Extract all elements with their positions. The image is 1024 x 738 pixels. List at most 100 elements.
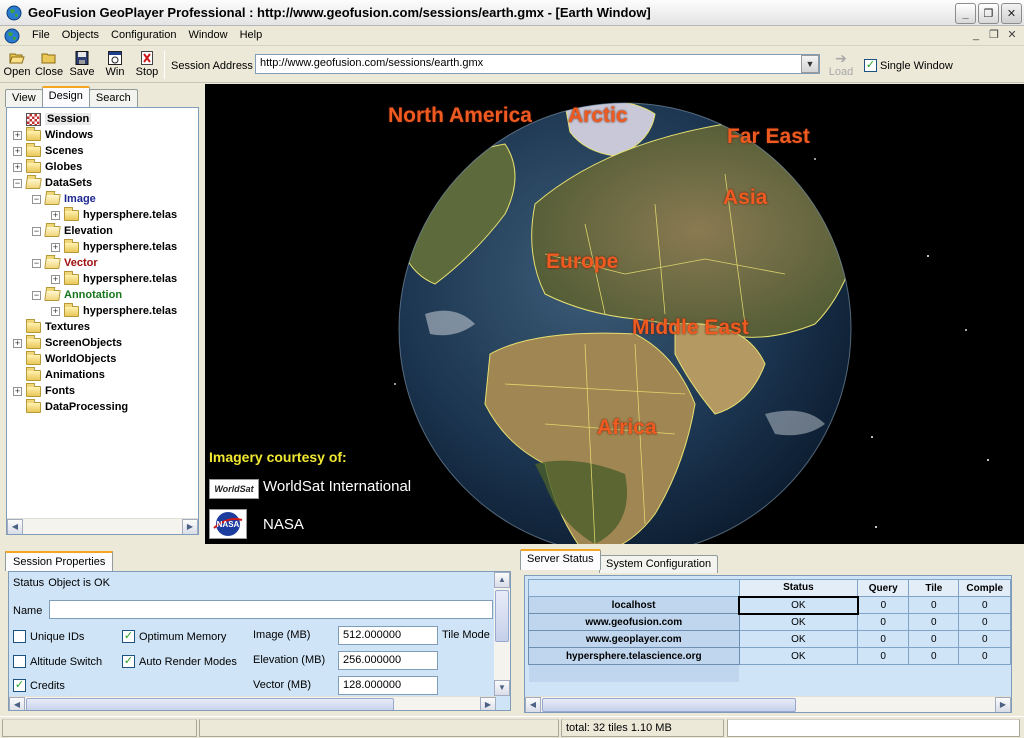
host-cell[interactable]: hypersphere.telascience.org [528, 647, 740, 665]
complete-cell[interactable]: 0 [958, 647, 1011, 665]
credits-checkbox[interactable]: ✓ [13, 679, 26, 692]
tab-design[interactable]: Design [41, 86, 90, 107]
tree-item[interactable]: − Elevation [32, 223, 113, 239]
stop-button[interactable]: Stop [130, 50, 164, 78]
expand-icon[interactable]: + [51, 210, 60, 220]
vertical-scroll-thumb[interactable] [495, 590, 509, 642]
elevation-mb-input[interactable]: 256.000000 [338, 651, 438, 670]
expand-icon[interactable]: + [51, 274, 60, 284]
mdi-minimize-button[interactable]: _ [968, 28, 984, 43]
menu-file[interactable]: File [26, 29, 56, 41]
expand-icon[interactable]: + [13, 338, 22, 348]
mdi-restore-button[interactable]: ❐ [986, 28, 1002, 43]
menu-window[interactable]: Window [182, 29, 233, 41]
server-horizontal-scrollbar[interactable]: ◀ ▶ [525, 696, 1011, 712]
tree-item[interactable]: + Globes [13, 158, 82, 175]
scroll-left-icon[interactable]: ◀ [9, 697, 25, 710]
table-row[interactable]: www.geoplayer.com OK 0 0 0 [528, 630, 1011, 648]
tree-item[interactable]: + hypersphere.telas [51, 270, 177, 287]
scroll-down-icon[interactable]: ▼ [494, 680, 510, 696]
single-window-option[interactable]: ✓ Single Window [864, 59, 953, 72]
expand-icon[interactable]: + [13, 146, 22, 156]
query-cell[interactable]: 0 [857, 596, 910, 614]
query-cell[interactable]: 0 [857, 647, 910, 665]
properties-vertical-scrollbar[interactable]: ▲ ▼ [494, 572, 510, 696]
tree-item[interactable]: + Fonts [13, 382, 75, 399]
win-button[interactable]: Win [98, 50, 132, 78]
minimize-button[interactable]: _ [955, 3, 976, 24]
expand-icon[interactable]: + [51, 306, 60, 316]
status-cell[interactable]: OK [738, 647, 859, 665]
unique-ids-option[interactable]: Unique IDs [13, 630, 84, 643]
scroll-up-icon[interactable]: ▲ [494, 572, 510, 588]
scroll-left-icon[interactable]: ◀ [525, 697, 541, 712]
maximize-button[interactable]: ❐ [978, 3, 999, 24]
column-header-complete[interactable]: Comple [958, 579, 1011, 597]
tree-item[interactable]: + Windows [13, 126, 93, 143]
expand-icon[interactable]: + [13, 130, 22, 140]
column-header-query[interactable]: Query [857, 579, 910, 597]
collapse-icon[interactable]: − [32, 226, 41, 236]
column-header-status[interactable]: Status [738, 579, 859, 597]
scroll-right-icon[interactable]: ▶ [480, 697, 496, 710]
auto-render-modes-option[interactable]: ✓ Auto Render Modes [122, 655, 237, 668]
altitude-switch-option[interactable]: Altitude Switch [13, 655, 102, 668]
menu-configuration[interactable]: Configuration [105, 29, 182, 41]
status-cell[interactable]: OK [738, 595, 859, 615]
tree-item[interactable]: + hypersphere.telas [51, 238, 177, 255]
save-button[interactable]: Save [65, 50, 99, 78]
tree-item[interactable]: Session [13, 111, 92, 127]
query-cell[interactable]: 0 [857, 613, 910, 631]
host-cell[interactable]: www.geoplayer.com [528, 630, 740, 648]
tree-item[interactable]: − Vector [32, 255, 98, 271]
tree-item[interactable]: + ScreenObjects [13, 334, 122, 351]
tree-item[interactable]: − Image [32, 191, 96, 207]
tile-cell[interactable]: 0 [908, 630, 960, 648]
tree-item[interactable]: + Scenes [13, 142, 84, 159]
tree-item[interactable]: + hypersphere.telas [51, 206, 177, 223]
tree-item[interactable]: WorldObjects [13, 350, 116, 367]
credits-option[interactable]: ✓ Credits [13, 679, 65, 692]
load-button[interactable]: ➔ Load [826, 50, 856, 78]
unique-ids-checkbox[interactable] [13, 630, 26, 643]
optimum-memory-option[interactable]: ✓ Optimum Memory [122, 630, 226, 643]
complete-cell[interactable]: 0 [958, 613, 1011, 631]
table-row[interactable]: localhost OK 0 0 0 [528, 595, 1011, 615]
tree-item[interactable]: − Annotation [32, 287, 122, 303]
status-cell[interactable]: OK [738, 613, 859, 631]
mdi-close-button[interactable]: ✕ [1004, 28, 1020, 43]
collapse-icon[interactable]: − [32, 290, 41, 300]
table-row[interactable]: hypersphere.telascience.org OK 0 0 0 [528, 647, 1011, 665]
expand-icon[interactable]: + [13, 162, 22, 172]
close-button[interactable]: Close [32, 50, 66, 78]
tab-system-configuration[interactable]: System Configuration [599, 555, 719, 573]
expand-icon[interactable]: + [13, 386, 22, 396]
query-cell[interactable]: 0 [857, 630, 910, 648]
tile-cell[interactable]: 0 [908, 596, 960, 614]
close-window-button[interactable]: ✕ [1001, 3, 1022, 24]
horizontal-scroll-thumb[interactable] [26, 698, 394, 710]
scroll-left-icon[interactable]: ◀ [7, 519, 23, 534]
column-header-tile[interactable]: Tile [908, 579, 960, 597]
host-cell[interactable]: localhost [528, 596, 740, 614]
collapse-icon[interactable]: − [32, 258, 41, 268]
horizontal-scroll-thumb[interactable] [542, 698, 796, 712]
single-window-checkbox[interactable]: ✓ [864, 59, 877, 72]
collapse-icon[interactable]: − [13, 178, 22, 188]
tab-search[interactable]: Search [88, 89, 138, 107]
complete-cell[interactable]: 0 [958, 630, 1011, 648]
properties-horizontal-scrollbar[interactable]: ◀ ▶ [9, 696, 496, 710]
scroll-right-icon[interactable]: ▶ [995, 697, 1011, 712]
title-bar[interactable]: GeoFusion GeoPlayer Professional : http:… [0, 0, 1024, 26]
tree-item[interactable]: + hypersphere.telas [51, 302, 177, 319]
address-dropdown-button[interactable]: ▼ [801, 55, 819, 73]
object-tree[interactable]: Session + Windows + Scenes + Globes − DataSets − I… [6, 107, 199, 535]
tab-server-status[interactable]: Server Status [520, 549, 601, 570]
tab-view[interactable]: View [5, 89, 43, 107]
complete-cell[interactable]: 0 [958, 596, 1011, 614]
optimum-memory-checkbox[interactable]: ✓ [122, 630, 135, 643]
altitude-switch-checkbox[interactable] [13, 655, 26, 668]
tile-cell[interactable]: 0 [908, 613, 960, 631]
tree-horizontal-scrollbar[interactable]: ◀ ▶ [7, 518, 198, 534]
document-globe-icon[interactable] [4, 28, 20, 44]
